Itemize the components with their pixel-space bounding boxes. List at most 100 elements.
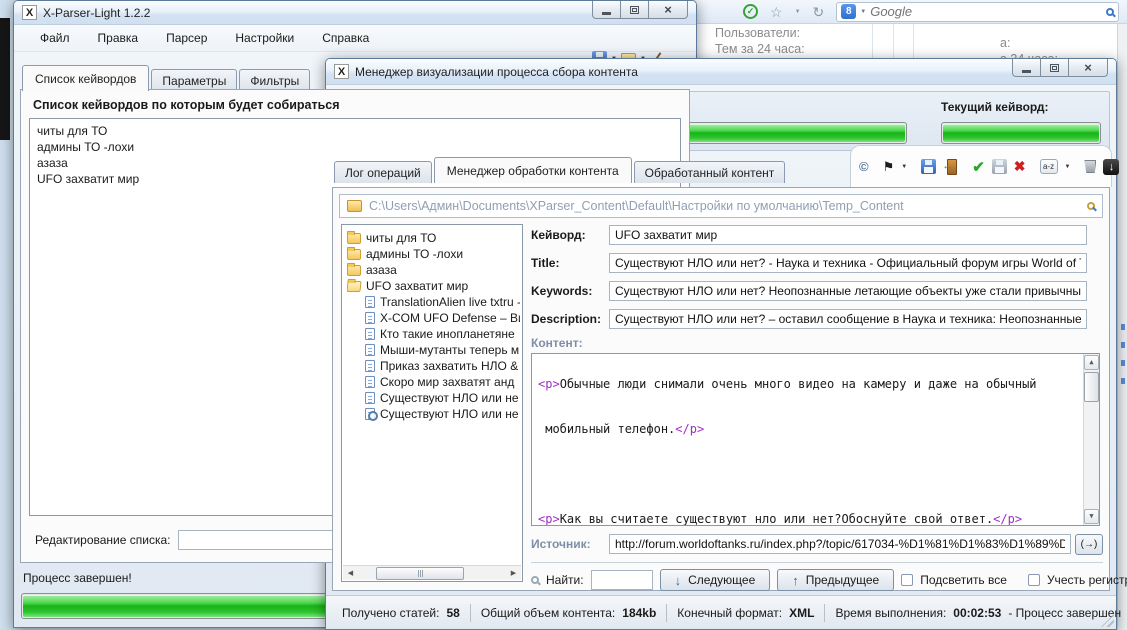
keyword-field-label: Кейворд: (531, 228, 609, 242)
parser-status-text: Процесс завершен! (23, 571, 132, 585)
menu-settings[interactable]: Настройки (223, 28, 306, 48)
apply-check-icon[interactable]: ✔ (972, 158, 985, 176)
tree-folder-open[interactable]: UFO захватит мир (347, 278, 520, 294)
flag-menu-caret-icon[interactable]: ▼ (901, 164, 907, 170)
status-time: Время выполнения:00:02:53 - Процесс заве… (825, 604, 1127, 622)
find-input[interactable] (591, 570, 653, 590)
browser-search-input[interactable] (870, 4, 1102, 19)
maximize-button[interactable] (1040, 59, 1069, 77)
keywords-list-header: Список кейвордов по которым будет собира… (33, 98, 677, 112)
scroll-up-icon[interactable]: ▲ (1084, 355, 1099, 370)
scroll-down-icon[interactable]: ▼ (1084, 509, 1099, 524)
path-magnifier-icon[interactable] (1087, 202, 1095, 210)
minimize-button[interactable] (592, 1, 621, 19)
stat-line: Пользователи: (715, 26, 850, 42)
manager-titlebar[interactable]: X Менеджер визуализации процесса сбора к… (326, 59, 1116, 85)
close-button[interactable]: × (648, 1, 688, 19)
manager-tab-page: C:\Users\Админ\Documents\XParser_Content… (332, 187, 1110, 591)
current-keyword-label: Текущий кейворд: (941, 100, 1049, 114)
folder-icon (347, 200, 362, 212)
content-vertical-scrollbar[interactable]: ▲ ▼ (1083, 354, 1099, 525)
keyword-field-input[interactable] (609, 225, 1087, 245)
sort-az-icon[interactable]: a-z (1040, 159, 1058, 174)
tree-article[interactable]: X-COM UFO Defense – Ви (347, 310, 520, 326)
tree-article[interactable]: Мыши-мутанты теперь м (347, 342, 520, 358)
tab-operations-log[interactable]: Лог операций (334, 161, 432, 183)
content-line: <p>Обычные люди снимали очень много виде… (538, 377, 1077, 392)
sort-menu-caret-icon[interactable]: ▼ (1065, 164, 1071, 170)
document-icon (365, 376, 375, 388)
content-path: C:\Users\Админ\Documents\XParser_Content… (369, 199, 1080, 213)
save-icon[interactable] (921, 159, 936, 174)
chevron-down-icon[interactable]: ▼ (795, 9, 801, 15)
close-button[interactable]: × (1068, 59, 1108, 77)
tree-folder[interactable]: азаза (347, 262, 520, 278)
find-previous-button[interactable]: ↑ Предыдущее (777, 569, 894, 591)
scroll-marker (1121, 342, 1125, 348)
content-line: <p>Как вы считаете существуют нло или не… (538, 512, 1077, 526)
tree-folder[interactable]: админы ТО -лохи (347, 246, 520, 262)
scroll-marker (1121, 360, 1125, 366)
open-source-button[interactable]: (→) (1075, 534, 1103, 555)
parser-titlebar[interactable]: X X-Parser-Light 1.2.2 × (14, 1, 696, 25)
document-icon (365, 296, 375, 308)
title-field-input[interactable] (609, 253, 1087, 273)
tree-article[interactable]: Кто такие инопланетяне (347, 326, 520, 342)
minimize-button[interactable] (1012, 59, 1041, 77)
tree-article[interactable]: TranslationAlien live txtru - (347, 294, 520, 310)
scroll-marker (1121, 324, 1125, 330)
content-line (538, 467, 1077, 482)
tab-content-manager[interactable]: Менеджер обработки контента (434, 157, 632, 183)
highlight-all-label: Подсветить все (920, 573, 1007, 587)
scroll-thumb[interactable] (376, 567, 464, 580)
export-icon[interactable]: ↓ (1103, 159, 1119, 175)
content-tree[interactable]: читы для ТО админы ТО -лохи азаза UFO за… (341, 224, 523, 582)
keywords-field-input[interactable] (609, 281, 1087, 301)
menu-file[interactable]: Файл (28, 28, 82, 48)
tab-parameters[interactable]: Параметры (151, 69, 237, 91)
keyword-item[interactable]: админы ТО -лохи (37, 139, 673, 155)
find-next-button[interactable]: ↓ Следующее (660, 569, 771, 591)
document-icon (365, 312, 375, 324)
tree-article[interactable]: Существуют НЛО или не (347, 390, 520, 406)
search-magnifier-icon[interactable] (1106, 8, 1114, 16)
highlight-all-checkbox[interactable] (901, 574, 913, 586)
tree-horizontal-scrollbar[interactable]: ◀ ▶ (343, 565, 521, 580)
copyright-icon[interactable]: © (859, 159, 869, 174)
tree-folder[interactable]: читы для ТО (347, 230, 520, 246)
tree-article[interactable]: Приказ захватить НЛО & (347, 358, 520, 374)
maximize-button[interactable] (620, 1, 649, 19)
description-field-input[interactable] (609, 309, 1087, 329)
reload-icon[interactable]: ↻ (813, 5, 825, 19)
tab-filters[interactable]: Фильтры (239, 69, 310, 91)
find-label: Найти: (546, 573, 584, 587)
path-bar[interactable]: C:\Users\Админ\Documents\XParser_Content… (339, 194, 1103, 218)
tab-processed-content[interactable]: Обработанный контент (634, 161, 786, 183)
edit-list-label: Редактирование списка: (35, 533, 170, 547)
article-panel: Кейворд: Title: Keywords: Description: К… (531, 224, 1103, 584)
status-volume: Общий объем контента:184kb (471, 604, 667, 622)
source-url-input[interactable] (609, 534, 1071, 554)
menu-help[interactable]: Справка (310, 28, 381, 48)
tree-article[interactable]: Скоро мир захватят анд (347, 374, 520, 390)
scroll-left-icon[interactable]: ◀ (343, 566, 358, 581)
menu-edit[interactable]: Правка (86, 28, 151, 48)
tree-article-selected[interactable]: Существуют НЛО или не (347, 406, 520, 422)
search-engine-icon[interactable]: 8 (841, 4, 856, 19)
delete-x-icon[interactable]: ✖ (1014, 158, 1026, 175)
bookmark-star-icon[interactable]: ☆ (770, 5, 783, 19)
scroll-thumb[interactable] (1084, 372, 1099, 402)
menu-parser[interactable]: Парсер (154, 28, 219, 48)
keyword-item[interactable]: читы для ТО (37, 123, 673, 139)
exit-door-icon[interactable] (943, 159, 958, 174)
scroll-right-icon[interactable]: ▶ (506, 566, 521, 581)
browser-scrollbar[interactable] (1117, 24, 1127, 630)
trash-icon[interactable] (1084, 160, 1096, 173)
engine-chevron-icon[interactable]: ▼ (860, 9, 866, 15)
match-case-checkbox[interactable] (1028, 574, 1040, 586)
site-check-icon[interactable]: ✓ (743, 4, 758, 19)
browser-search-box[interactable]: 8 ▼ (836, 2, 1119, 22)
tab-keywords-list[interactable]: Список кейвордов (22, 65, 149, 91)
flag-icon[interactable]: ⚑ (883, 159, 895, 175)
content-editor[interactable]: <p>Обычные люди снимали очень много виде… (531, 353, 1100, 526)
